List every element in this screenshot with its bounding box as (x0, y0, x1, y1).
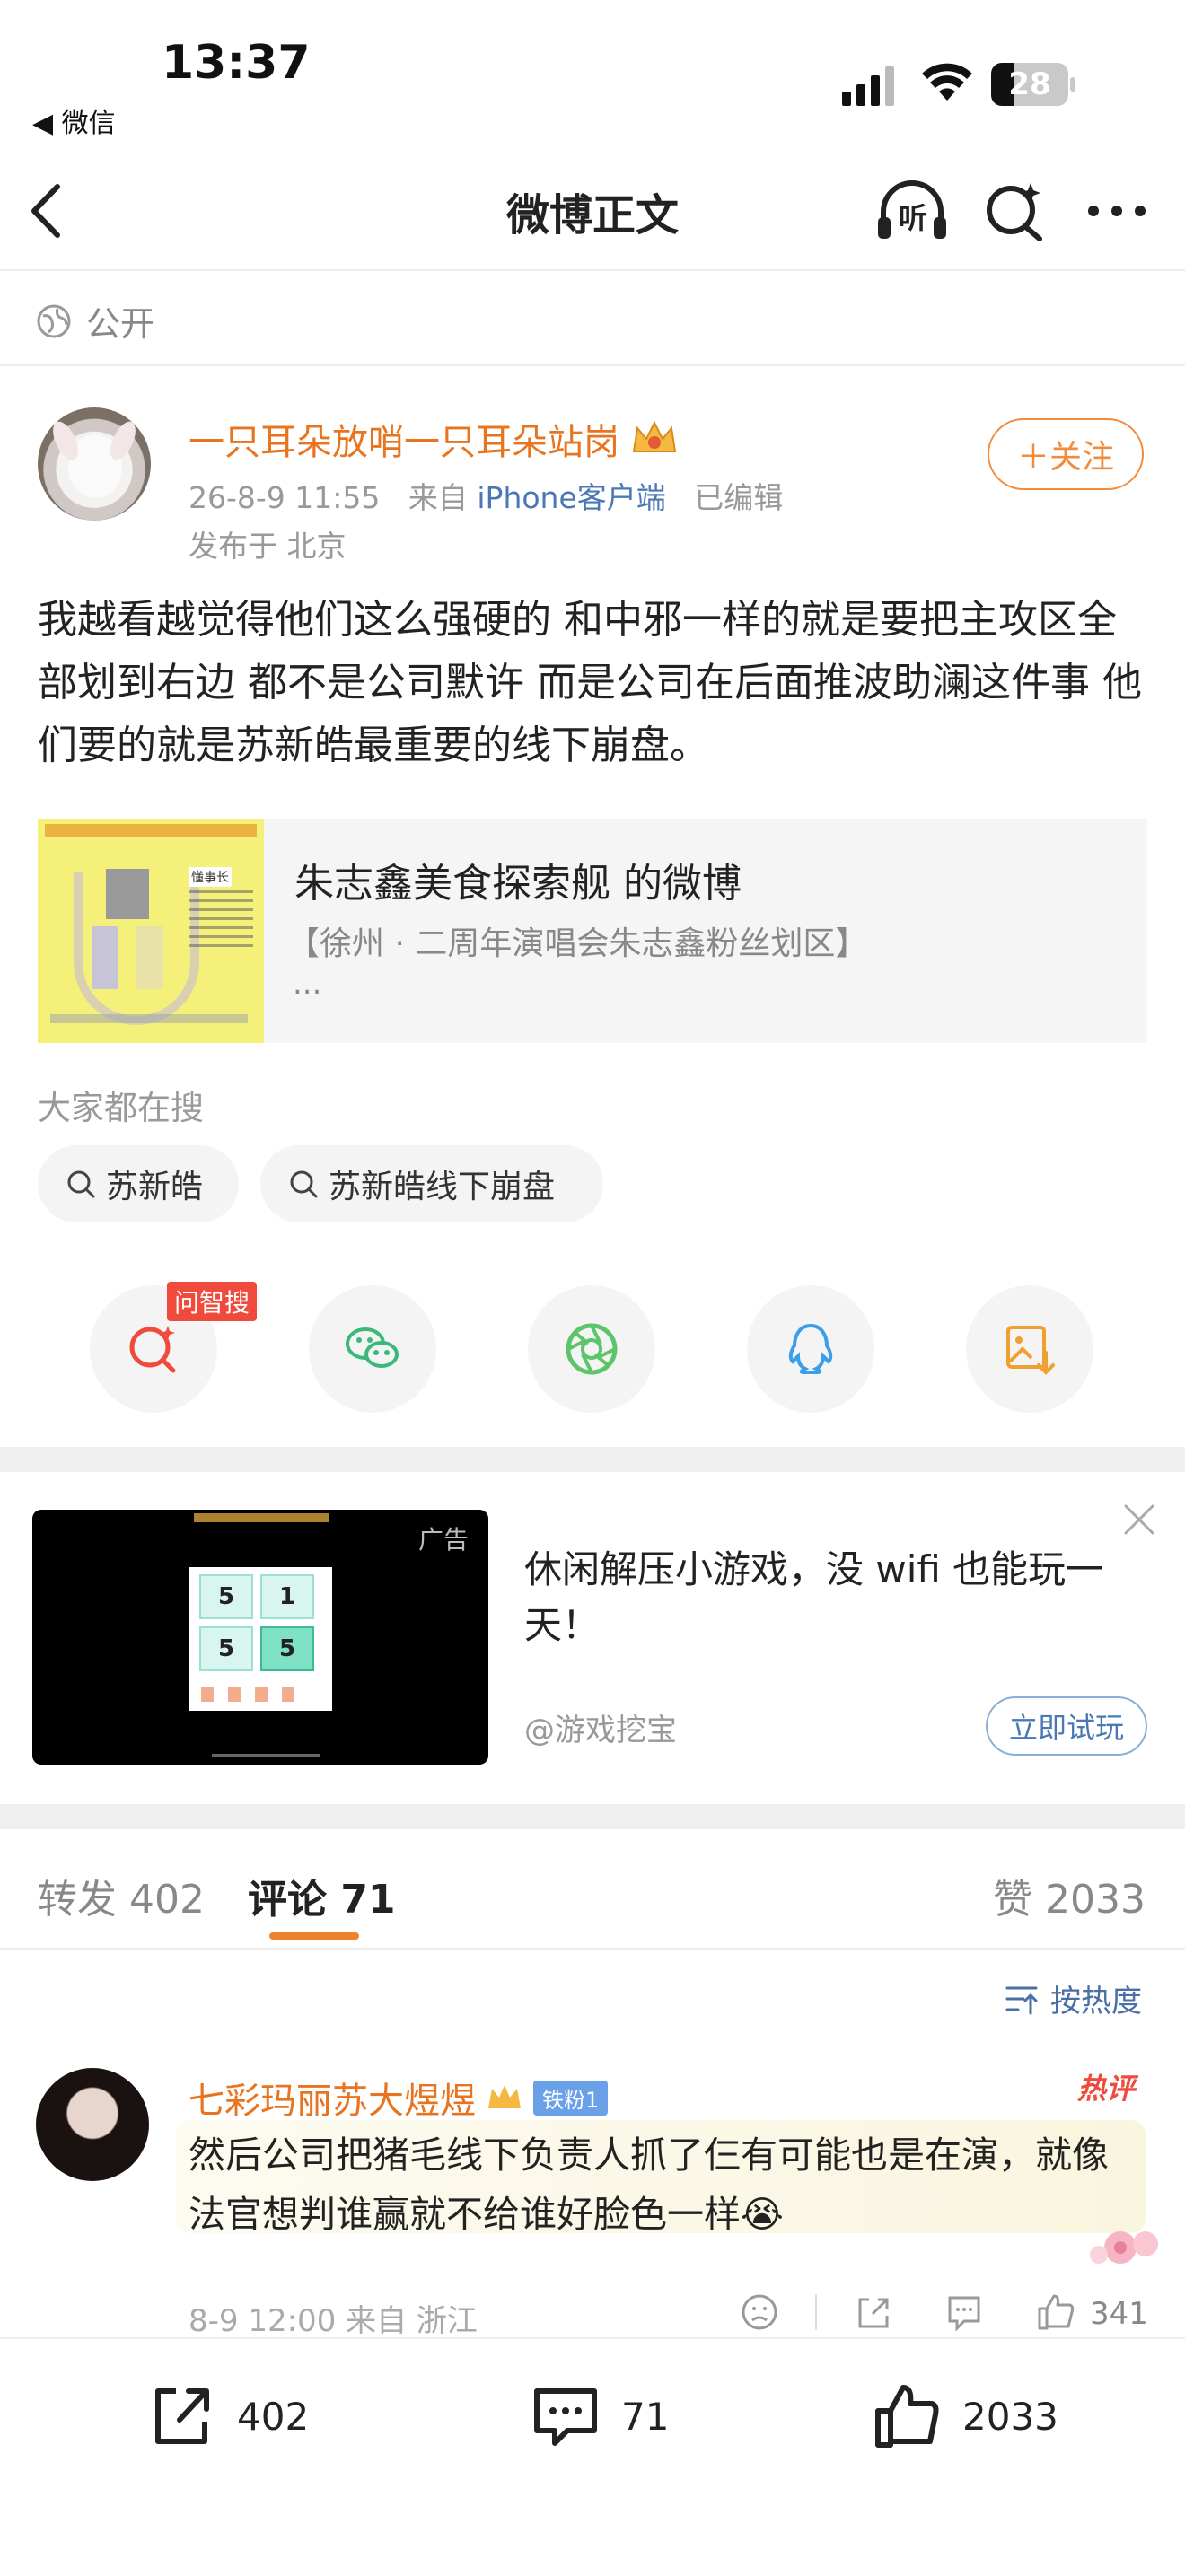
active-tab-indicator (269, 1932, 359, 1940)
post-edited-label[interactable]: 已编辑 (694, 480, 783, 515)
search-icon (290, 1170, 318, 1198)
section-divider (0, 364, 1185, 366)
battery-percent: 28 (1008, 66, 1051, 102)
comment-text[interactable]: 然后公司把猪毛线下负责人抓了仨有可能也是在演，就像法官想判谁赢就不给谁好脸色一样… (189, 2125, 1140, 2244)
ad-source[interactable]: @游戏挖宝 (524, 1705, 677, 1749)
cellular-signal-icon (842, 66, 894, 106)
wifi-icon (922, 63, 972, 101)
more-options-icon[interactable] (1084, 188, 1149, 233)
wechat-icon (346, 1327, 399, 1368)
comment-count: 71 (621, 2394, 670, 2439)
game-tile: 1 (260, 1574, 314, 1619)
post-client-link[interactable]: iPhone客户端 (477, 480, 665, 515)
post-location: 发布于 北京 (189, 529, 347, 564)
game-tile: 5 (199, 1574, 253, 1619)
share-comment-icon[interactable] (851, 2291, 894, 2334)
visibility-row: 公开 (36, 296, 154, 346)
fan-level-badge: 铁粉1 (533, 2080, 609, 2116)
crown-badge-icon (632, 420, 677, 452)
comment-meta: 8-9 12:00 来自 浙江 (189, 2303, 478, 2339)
repost-icon (155, 2388, 209, 2444)
ask-ai-badge: 问智搜 (167, 1282, 258, 1321)
search-ai-icon (129, 1326, 176, 1373)
globe-icon (37, 304, 71, 337)
section-separator (0, 1804, 1185, 1829)
qq-icon (788, 1323, 833, 1374)
hot-search-title: 大家都在搜 (38, 1089, 204, 1127)
close-icon[interactable] (1119, 1499, 1160, 1540)
flower-decoration-icon (1090, 2231, 1158, 2264)
repost-button[interactable]: 402 (145, 2380, 309, 2452)
tab-comments[interactable]: 评论 71 (248, 1867, 396, 1924)
post-date: 26-8-9 11:55 (189, 480, 381, 515)
tabs-divider (0, 1948, 1185, 1950)
commenter-name-row[interactable]: 七彩玛丽苏大煜煜 铁粉1 (189, 2072, 609, 2124)
back-to-wechat-link[interactable]: ◀ 微信 (32, 101, 116, 140)
game-tile: 5 (199, 1626, 253, 1671)
comment-like-count: 341 (1090, 2296, 1148, 2332)
author-name-row[interactable]: 一只耳朵放哨一只耳朵站岗 (189, 413, 679, 465)
search-icon[interactable] (982, 178, 1047, 244)
share-wechat-button[interactable] (309, 1285, 436, 1413)
nav-divider (0, 269, 1185, 271)
like-count: 2033 (962, 2394, 1058, 2439)
hot-comment-tag: 热评 (1077, 2072, 1136, 2106)
save-image-icon (1006, 1326, 1055, 1375)
hot-search-chip[interactable]: 苏新皓 (38, 1145, 239, 1222)
ad-try-now-button[interactable]: 立即试玩 (986, 1696, 1147, 1756)
repost-card[interactable]: 懂事长 朱志鑫美食探索舰 的微博 【徐州 · 二周年演唱会朱志鑫粉丝划区】 ..… (38, 819, 1147, 1043)
bottom-action-bar (0, 2337, 1185, 2576)
listen-label: 听 (898, 201, 927, 235)
repost-card-image: 懂事长 (38, 819, 264, 1043)
section-separator (0, 1447, 1185, 1472)
moments-icon (566, 1323, 618, 1375)
tab-repost[interactable]: 转发 402 (38, 1867, 205, 1924)
hot-search-chip[interactable]: 苏新皓线下崩盘 (260, 1145, 603, 1222)
post-from-prefix: 来自 (408, 480, 468, 515)
status-time: 13:37 (162, 36, 311, 90)
dislike-icon[interactable] (738, 2291, 781, 2334)
comment-actions-divider (815, 2294, 817, 2330)
comment-icon (534, 2388, 597, 2446)
sort-icon (1005, 1986, 1038, 2014)
author-name[interactable]: 一只耳朵放哨一只耳朵站岗 (189, 413, 619, 465)
battery-indicator: 28 (991, 63, 1077, 106)
like-button[interactable]: 2033 (871, 2380, 1058, 2452)
reply-icon[interactable] (943, 2291, 986, 2334)
post-meta: 26-8-9 11:55 来自 iPhone客户端 已编辑 (189, 474, 783, 517)
thumbs-up-icon (875, 2385, 939, 2448)
save-image-button[interactable] (966, 1285, 1093, 1413)
visibility-label: 公开 (86, 304, 155, 344)
ad-image[interactable]: 广告 5 1 5 5 (32, 1510, 488, 1765)
repost-count: 402 (237, 2394, 310, 2439)
commenter-name[interactable]: 七彩玛丽苏大煜煜 (189, 2072, 476, 2124)
repost-card-subtitle: 【徐州 · 二周年演唱会朱志鑫粉丝划区】 (287, 925, 868, 962)
ad-headline[interactable]: 休闲解压小游戏，没 wifi 也能玩一天！ (524, 1542, 1135, 1653)
hot-search-chip-label: 苏新皓 (106, 1169, 204, 1205)
hot-search-chip-label: 苏新皓线下崩盘 (329, 1169, 556, 1205)
share-qq-button[interactable] (747, 1285, 874, 1413)
comment-button[interactable]: 71 (530, 2380, 669, 2452)
back-arrow-icon[interactable] (23, 178, 70, 244)
listen-headphones-button[interactable]: 听 (874, 178, 950, 244)
author-avatar[interactable] (38, 407, 151, 521)
repost-card-image-label: 懂事长 (189, 867, 232, 887)
crown-badge-icon (488, 2085, 521, 2108)
tab-likes[interactable]: 赞 2033 (993, 1867, 1146, 1924)
sort-by-hot-button[interactable]: 按热度 (1004, 1976, 1142, 2020)
like-icon[interactable] (1034, 2291, 1077, 2334)
repost-card-ellipsis: ... (293, 966, 322, 1002)
share-moments-button[interactable] (528, 1285, 655, 1413)
follow-button[interactable]: ＋关注 (988, 418, 1144, 490)
repost-card-title: 朱志鑫美食探索舰 的微博 (294, 861, 742, 907)
sort-label: 按热度 (1050, 1984, 1142, 2020)
commenter-avatar[interactable] (36, 2068, 149, 2181)
ad-tag: 广告 (417, 1525, 469, 1555)
search-icon (67, 1170, 95, 1198)
post-body-text: 我越看越觉得他们这么强硬的 和中邪一样的就是要把主攻区全部划到右边 都不是公司默… (38, 597, 1142, 768)
game-tile: 5 (260, 1626, 314, 1671)
